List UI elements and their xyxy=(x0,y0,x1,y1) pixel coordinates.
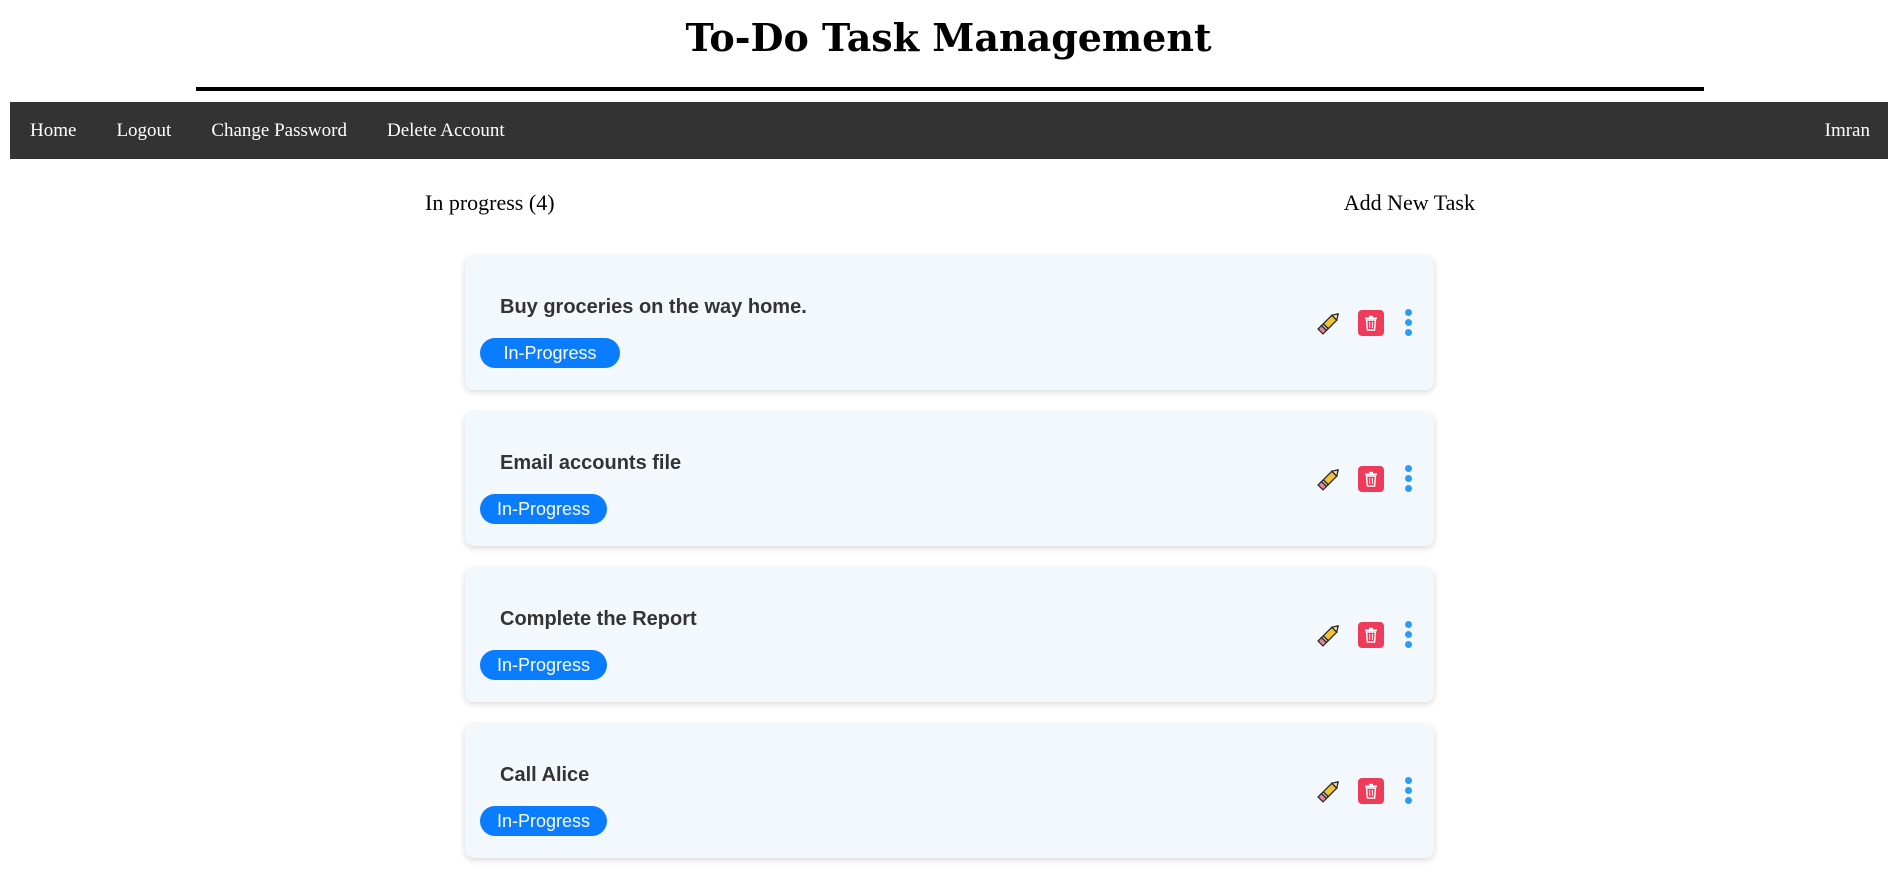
task-title: Complete the Report xyxy=(500,608,697,630)
task-title: Call Alice xyxy=(500,764,590,786)
nav-home-link[interactable]: Home xyxy=(10,102,96,159)
status-badge: In-Progress xyxy=(480,338,620,368)
task-title: Buy groceries on the way home. xyxy=(500,296,807,318)
pencil-icon[interactable] xyxy=(1314,464,1344,494)
task-card: Email accounts file In-Progress xyxy=(465,412,1434,546)
top-navbar: Home Logout Change Password Delete Accou… xyxy=(10,102,1888,159)
nav-delete-account-link[interactable]: Delete Account xyxy=(367,102,525,159)
status-badge: In-Progress xyxy=(480,494,608,524)
task-list: Buy groceries on the way home. In-Progre… xyxy=(465,256,1434,880)
pencil-icon[interactable] xyxy=(1314,620,1344,650)
nav-change-password-link[interactable]: Change Password xyxy=(191,102,367,159)
pencil-icon[interactable] xyxy=(1314,308,1344,338)
add-new-task-link[interactable]: Add New Task xyxy=(1344,187,1475,219)
section-header: In progress (4) Add New Task xyxy=(425,187,1475,219)
task-card: Complete the Report In-Progress xyxy=(465,568,1434,702)
status-badge: In-Progress xyxy=(480,806,608,836)
task-actions xyxy=(1314,620,1414,650)
trash-icon[interactable] xyxy=(1358,778,1384,804)
trash-icon[interactable] xyxy=(1358,310,1384,336)
more-vertical-icon[interactable] xyxy=(1404,776,1414,806)
more-vertical-icon[interactable] xyxy=(1404,464,1414,494)
in-progress-heading: In progress (4) xyxy=(425,190,555,215)
nav-user-name[interactable]: Imran xyxy=(1805,102,1888,159)
pencil-icon[interactable] xyxy=(1314,776,1344,806)
trash-icon[interactable] xyxy=(1358,466,1384,492)
task-actions xyxy=(1314,776,1414,806)
title-divider xyxy=(196,87,1704,91)
more-vertical-icon[interactable] xyxy=(1404,308,1414,338)
status-badge: In-Progress xyxy=(480,650,608,680)
more-vertical-icon[interactable] xyxy=(1404,620,1414,650)
task-card: Call Alice In-Progress xyxy=(465,724,1434,858)
nav-logout-link[interactable]: Logout xyxy=(96,102,191,159)
task-title: Email accounts file xyxy=(500,452,682,474)
page-title: To-Do Task Management xyxy=(685,15,1212,60)
task-actions xyxy=(1314,464,1414,494)
task-card: Buy groceries on the way home. In-Progre… xyxy=(465,256,1434,390)
task-actions xyxy=(1314,308,1414,338)
trash-icon[interactable] xyxy=(1358,622,1384,648)
